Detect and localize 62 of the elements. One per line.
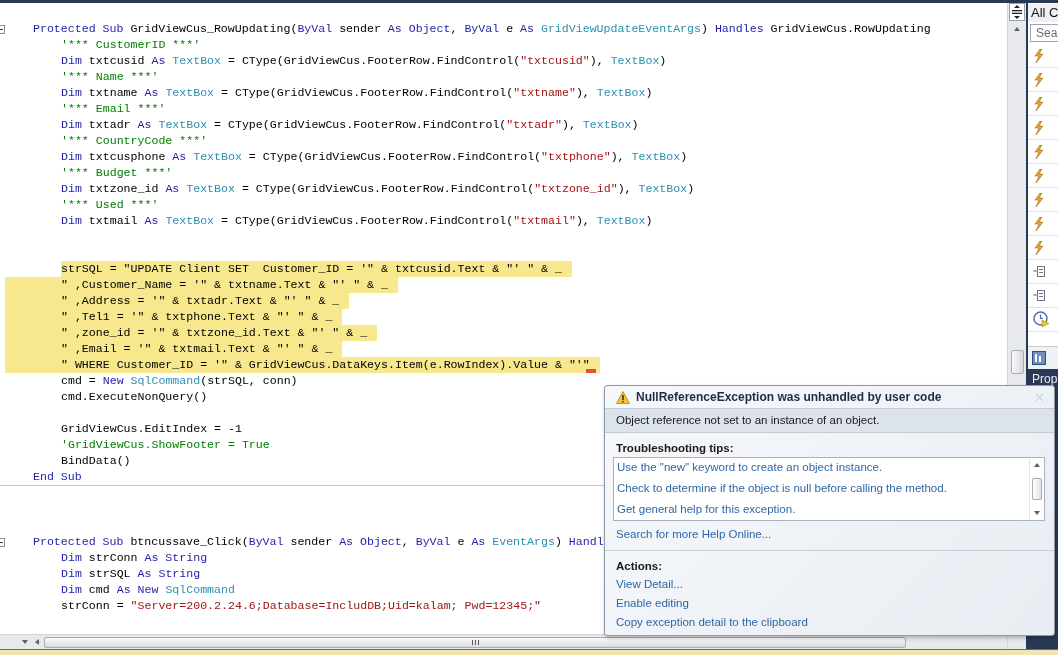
code-line: '*** Used ***': [61, 197, 159, 213]
tip-link[interactable]: Get general help for this exception.: [614, 500, 796, 521]
code-line: 'GridViewCus.ShowFooter = True: [61, 437, 270, 453]
exception-title: NullReferenceException was unhandled by user code: [636, 390, 943, 404]
tip-link[interactable]: Use the "new" keyword to create an object instance.: [614, 458, 883, 479]
split-handle-icon[interactable]: [1009, 3, 1025, 21]
property-icon[interactable]: [1033, 266, 1045, 277]
code-line: Dim txtcusphone As TextBox = CType(GridViewCus.FooterRow.FindControl("txtphone"), TextBox): [61, 149, 688, 165]
code-line: cmd.ExecuteNonQuery(): [61, 389, 208, 405]
scrollbar-thumb[interactable]: [44, 636, 906, 648]
property-icon[interactable]: [1033, 290, 1045, 301]
code-line: '*** CountryCode ***': [61, 133, 208, 149]
filter-dropdown[interactable]: All C: [1028, 4, 1058, 22]
image-icon[interactable]: [1032, 351, 1046, 365]
code-line: Dim strSQL As String: [61, 566, 201, 582]
scroll-down-icon[interactable]: [1034, 510, 1040, 516]
dropdown-caret-icon[interactable]: [22, 639, 28, 645]
scrollbar-thumb[interactable]: [1032, 478, 1042, 500]
scrollbar-thumb[interactable]: [1010, 350, 1024, 374]
code-line: Dim txtcusid As TextBox = CType(GridViewCus.FooterRow.FindControl("txtcusid"), TextBox): [61, 53, 667, 69]
clock-icon[interactable]: [1033, 311, 1050, 328]
code-line: Protected Sub btncussave_Click(ByVal sender As Object, ByVal e As EventArgs) Handl: [33, 534, 604, 550]
code-line: '*** Budget ***': [61, 165, 173, 181]
lightning-icon[interactable]: [1033, 192, 1045, 207]
code-line: GridViewCus.EditIndex = -1: [61, 421, 242, 437]
action-link[interactable]: Enable editing: [616, 594, 689, 613]
grip-icon: [471, 639, 479, 645]
lightning-icon[interactable]: [1033, 48, 1045, 63]
lightning-icon[interactable]: [1033, 144, 1045, 159]
lightning-icon[interactable]: [1033, 72, 1045, 87]
code-line: End Sub: [33, 469, 82, 485]
scroll-up-icon[interactable]: [1014, 26, 1020, 32]
lightning-icon[interactable]: [1033, 120, 1045, 135]
code-line: Dim strConn As String: [61, 550, 208, 566]
code-line: Dim txtname As TextBox = CType(GridViewCus.FooterRow.FindControl("txtname"), TextBox): [61, 85, 653, 101]
code-line: strConn = "Server=200.2.24.6;Database=IncludDB;Uid=kalam; Pwd=12345;": [61, 598, 542, 614]
warning-icon: [616, 390, 630, 404]
code-line: Dim txtzone_id As TextBox = CType(GridViewCus.FooterRow.FindControl("txtzone_id"), TextBox): [61, 181, 695, 197]
exception-message: Object reference not set to an instance of an object.: [605, 408, 1054, 433]
tip-link[interactable]: Check to determine if the object is null before calling the method.: [614, 479, 947, 500]
code-line: '*** Email ***': [61, 101, 166, 117]
lightning-icon[interactable]: [1033, 168, 1045, 183]
code-line: Dim txtmail As TextBox = CType(GridViewCus.FooterRow.FindControl("txtmail"), TextBox): [61, 213, 653, 229]
panel-tab[interactable]: Prop: [1028, 372, 1058, 387]
section-heading: Troubleshooting tips:: [615, 441, 735, 456]
action-link[interactable]: View Detail...: [616, 575, 683, 594]
action-link[interactable]: Copy exception detail to the clipboard: [616, 613, 808, 632]
code-line: Protected Sub GridViewCus_RowUpdating(ByVal sender As Object, ByVal e As GridViewUpdateEventArgs) Handles GridViewCus.RowUpdating: [33, 21, 931, 37]
code-line: '*** CustomerID ***': [61, 37, 201, 53]
code-line: '*** Name ***': [61, 69, 159, 85]
code-line: Dim cmd As New SqlCommand: [61, 582, 235, 598]
search-field[interactable]: Sea: [1030, 24, 1058, 42]
scroll-up-icon[interactable]: [1034, 462, 1040, 468]
scroll-left-icon[interactable]: [34, 639, 40, 645]
code-line: Dim txtadr As TextBox = CType(GridViewCus.FooterRow.FindControl("txtadr"), TextBox): [61, 117, 639, 133]
code-line: cmd = New SqlCommand(strSQL, conn): [61, 373, 298, 389]
section-heading: Actions:: [615, 559, 663, 574]
lightning-icon[interactable]: [1033, 216, 1045, 231]
help-link[interactable]: Search for more Help Online...: [616, 526, 772, 543]
code-line: BindData(): [61, 453, 131, 469]
lightning-icon[interactable]: [1033, 240, 1045, 255]
lightning-icon[interactable]: [1033, 96, 1045, 111]
